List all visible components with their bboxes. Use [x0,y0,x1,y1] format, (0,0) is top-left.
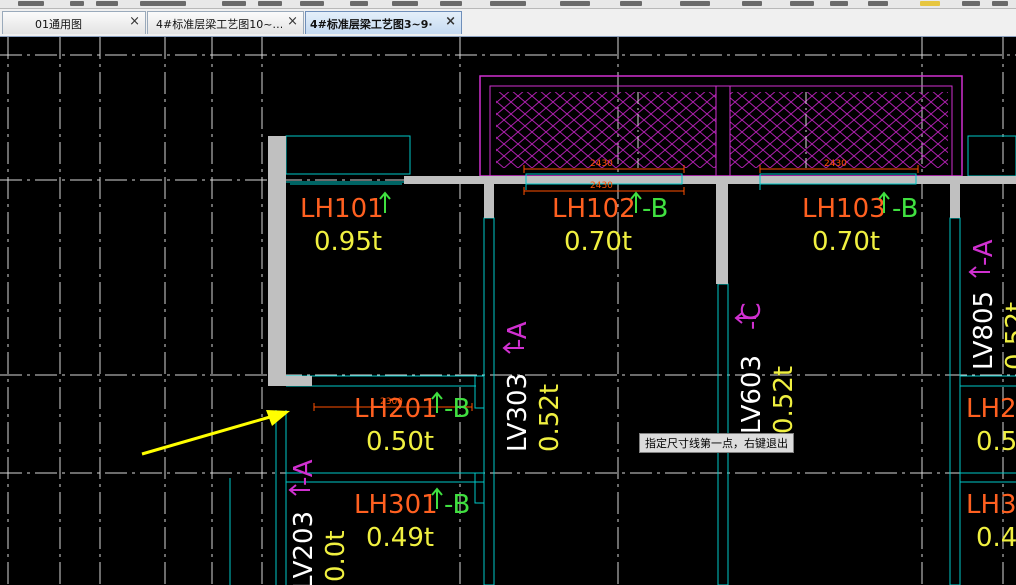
beam-load-edge: 0.5 [976,427,1016,457]
beam-load-lh102: 0.70t [564,227,632,257]
tab-label: 4#标准层梁工艺图3~9· [310,18,433,31]
ribbon-toolbar-strip[interactable] [0,0,1016,9]
beam-label-lh102: LH102 [552,194,636,224]
beam-label-lh201: LH201 [354,394,438,424]
beam-load-edge: 0.4 [976,523,1016,553]
beam-label-lh301: LH301 [354,490,438,520]
beam-load-lv603: 0.52t [769,366,799,434]
beam-load-lh103: 0.70t [812,227,880,257]
close-icon[interactable]: × [129,14,140,29]
beam-grade-lv603: -C [737,302,767,330]
beam-load-lv203: 0.0t [321,530,351,582]
beam-grade-lv805: -A [969,239,999,266]
dimension-text: 2430 [590,159,613,169]
tab-label: 4#标准层梁工艺图10~… [156,18,282,31]
beam-label-lv203: LV203 [289,511,319,585]
annotation-arrow [141,410,290,456]
side-arrows [288,266,990,496]
tab-4-10[interactable]: 4#标准层梁工艺图10~… × [147,11,304,34]
beam-load-lh301: 0.49t [366,523,434,553]
hatched-balcony [479,75,963,177]
close-icon[interactable]: × [445,14,456,29]
tab-label: 01通用图 [35,18,82,31]
beam-label-lh101: LH101 [300,194,384,224]
beam-grade-lh201: -B [444,394,470,424]
close-icon[interactable]: × [287,14,298,29]
dimension-text: 2430 [590,181,613,191]
beam-load-lv805: 0.52t [1001,302,1016,370]
tab-4-3-9[interactable]: 4#标准层梁工艺图3~9· × [305,11,462,34]
beam-label-lh103: LH103 [802,194,886,224]
cad-drawing-canvas[interactable]: 2430 2430 2430 2300 LH101 0.95t LH102 -B… [0,37,1016,585]
beam-label-lv603: LV603 [737,355,767,434]
beam-label-lh3-edge: LH3 [966,490,1016,520]
dimension-text: 2430 [824,159,847,169]
tab-01[interactable]: 01通用图 × [2,11,146,34]
beam-grade-lh102: -B [642,194,668,224]
beam-grade-lv203: -A [289,459,319,486]
beam-label-lv303: LV303 [503,373,533,452]
beam-label-lh2-edge: LH2 [966,394,1016,424]
beam-grade-lh301: -B [444,490,470,520]
beam-load-lh201: 0.50t [366,427,434,457]
beam-label-lv805: LV805 [969,291,999,370]
beam-grade-lh103: -B [892,194,918,224]
command-prompt-tooltip: 指定尺寸线第一点，右键退出 [639,433,794,453]
beam-load-lh101: 0.95t [314,227,382,257]
beam-load-lv303: 0.52t [535,384,565,452]
document-tab-bar: 01通用图 × 4#标准层梁工艺图10~… × 4#标准层梁工艺图3~9· × [0,9,1016,37]
